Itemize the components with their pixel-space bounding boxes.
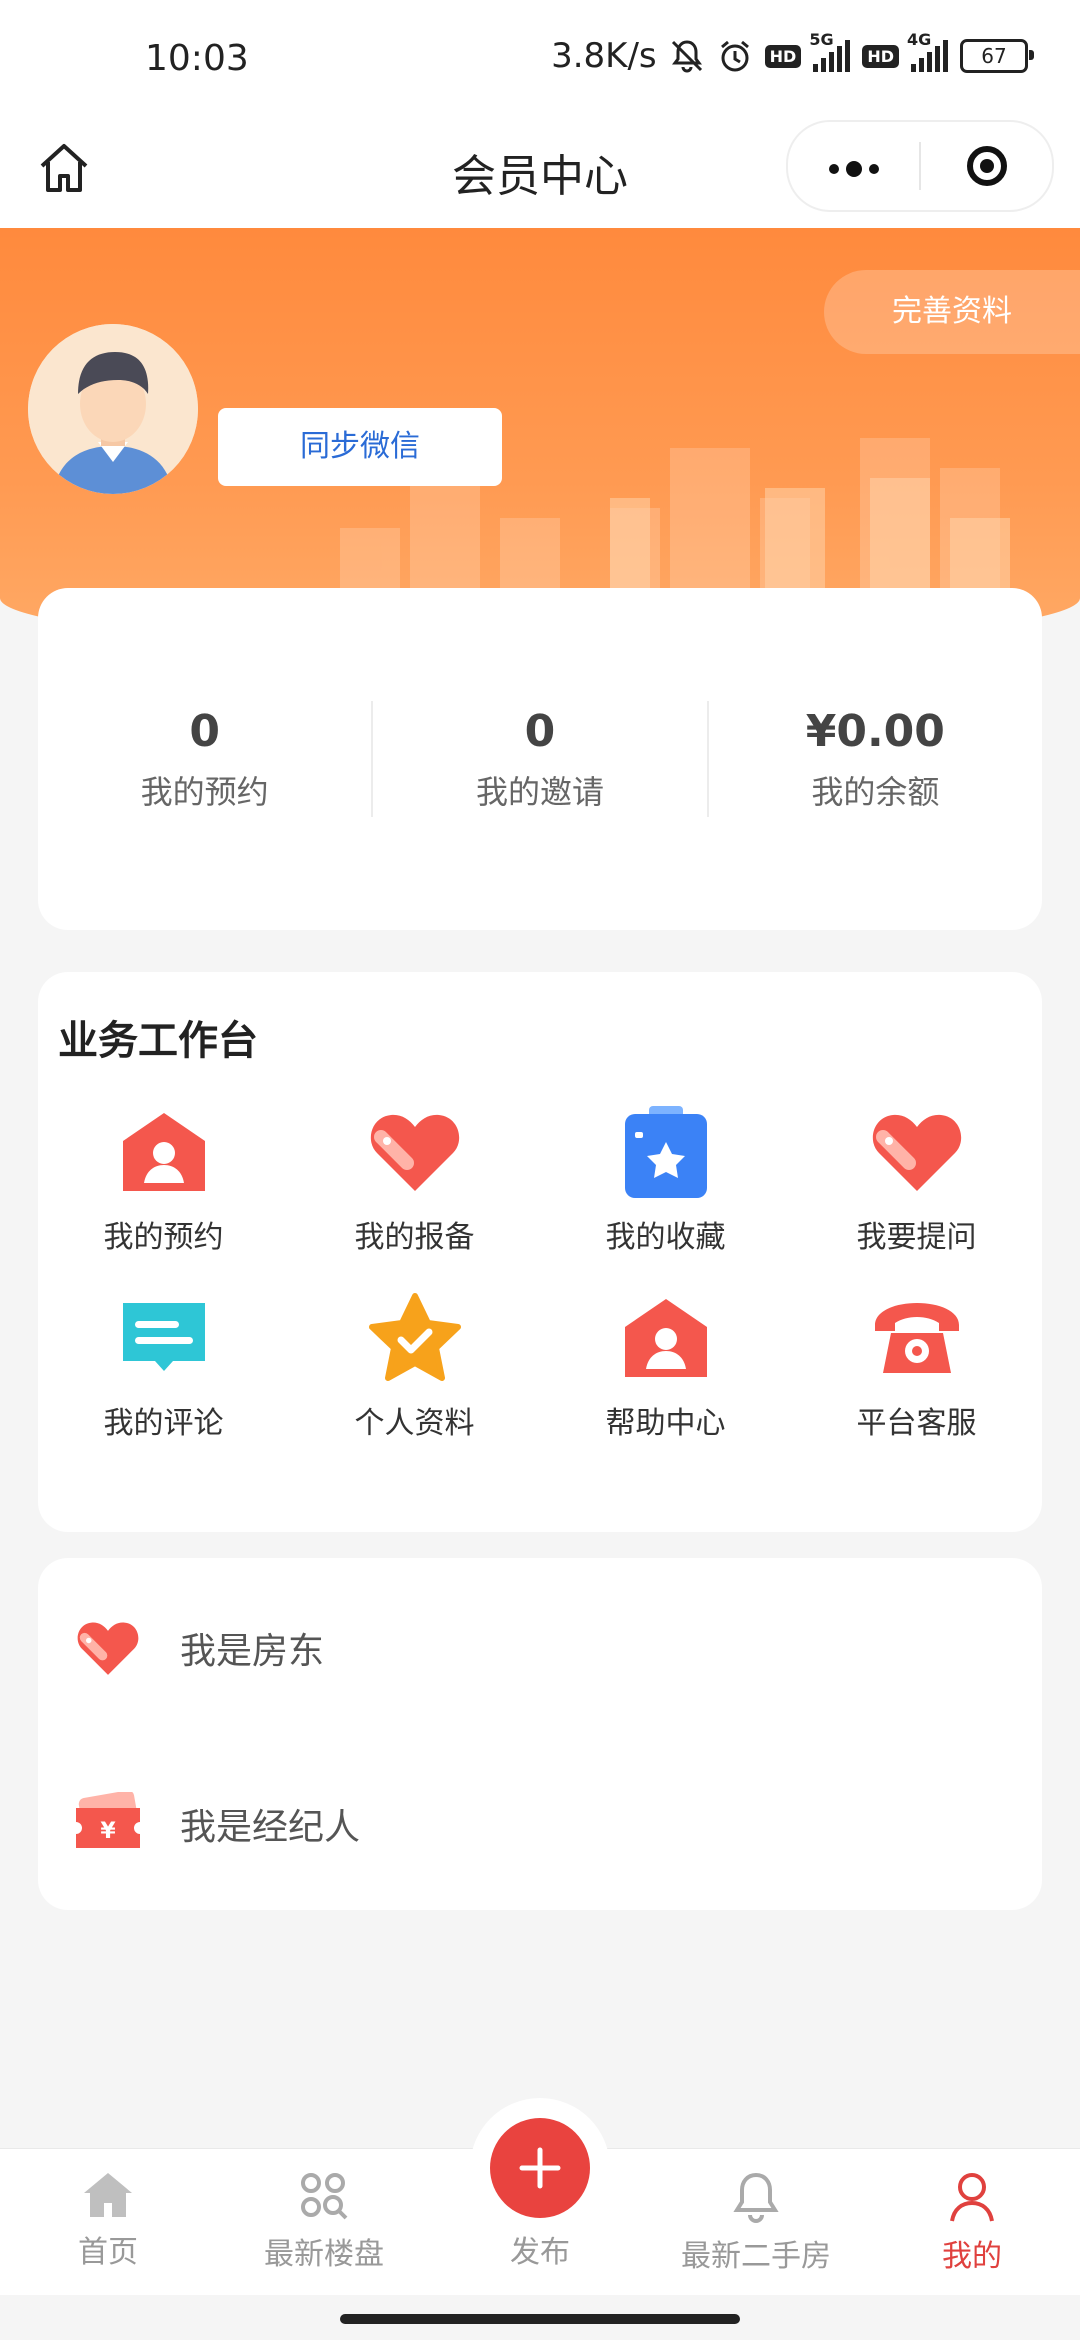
- grid-item-my-reports[interactable]: 我的报备: [289, 1102, 540, 1256]
- workbench-grid: 我的预约 我的报备 我的收藏 我要提问 我的评论 个人资料 帮助中心 平台客服: [38, 1102, 1042, 1442]
- complete-profile-button[interactable]: 完善资料: [824, 270, 1080, 354]
- mute-bell-icon: [669, 38, 705, 74]
- nav-bar: 会员中心: [0, 120, 1080, 228]
- section-title: 业务工作台: [58, 1018, 258, 1064]
- publish-button[interactable]: [490, 2118, 590, 2218]
- grid-item-ask-question[interactable]: 我要提问: [791, 1102, 1042, 1256]
- grid-item-my-favorites[interactable]: 我的收藏: [540, 1102, 791, 1256]
- grid-item-label: 我的预约: [103, 1220, 224, 1255]
- plus-icon: [519, 2147, 561, 2189]
- grid-item-personal-info[interactable]: 个人资料: [289, 1288, 540, 1442]
- role-label: 我是房东: [180, 1631, 325, 1672]
- grid-item-help-center[interactable]: 帮助中心: [540, 1288, 791, 1442]
- chat-bubble-icon: [38, 1288, 289, 1388]
- grid-item-label: 平台客服: [856, 1406, 977, 1441]
- network-speed: 3.8K/s: [551, 36, 657, 76]
- status-time: 10:03: [145, 38, 249, 79]
- role-landlord[interactable]: 我是房东: [38, 1578, 1042, 1718]
- grid-item-label: 帮助中心: [605, 1406, 726, 1441]
- svg-text:¥: ¥: [100, 1819, 116, 1844]
- grid-item-my-appointments[interactable]: 我的预约: [38, 1102, 289, 1256]
- role-agent[interactable]: ¥ 我是经纪人: [38, 1754, 1042, 1894]
- home-indicator[interactable]: [340, 2314, 740, 2324]
- stat-value: ¥0.00: [805, 705, 945, 757]
- close-button[interactable]: [921, 146, 1052, 186]
- more-button[interactable]: [788, 143, 919, 189]
- grid-search-icon: [301, 2173, 348, 2220]
- heart-tag-icon: [68, 1617, 148, 1679]
- profile-header: 完善资料 同步微信: [0, 228, 1080, 648]
- stat-appointments[interactable]: 0 我的预约: [38, 706, 371, 813]
- grid-item-label: 个人资料: [354, 1406, 475, 1441]
- tab-second-hand[interactable]: 最新二手房: [648, 2149, 864, 2295]
- star-check-icon: [289, 1288, 540, 1388]
- role-label: 我是经纪人: [180, 1807, 361, 1848]
- bell-icon: [733, 2172, 779, 2223]
- grid-item-label: 我要提问: [856, 1220, 977, 1255]
- sync-wechat-button[interactable]: 同步微信: [218, 408, 502, 486]
- status-icons: 3.8K/s HD 5G HD 4G 67: [551, 30, 1034, 76]
- stat-label: 我的余额: [811, 772, 940, 811]
- grid-item-my-comments[interactable]: 我的评论: [38, 1288, 289, 1442]
- grid-item-label: 我的收藏: [605, 1220, 726, 1255]
- stat-label: 我的预约: [140, 772, 269, 811]
- tab-label: 首页: [78, 2235, 138, 2270]
- house-person-icon: [38, 1102, 289, 1202]
- stat-value: 0: [189, 705, 220, 757]
- stat-balance[interactable]: ¥0.00 我的余额: [709, 706, 1042, 813]
- grid-item-label: 我的评论: [103, 1406, 224, 1441]
- house-person-icon: [540, 1288, 791, 1388]
- battery-icon: 67: [960, 39, 1034, 73]
- stats-card: 0 我的预约 0 我的邀请 ¥0.00 我的余额: [38, 588, 1042, 930]
- heart-tag-icon: [791, 1102, 1042, 1202]
- tab-label: 我的: [942, 2239, 1002, 2274]
- alarm-icon: [717, 38, 753, 74]
- tab-home[interactable]: 首页: [0, 2149, 216, 2295]
- tab-label: 最新楼盘: [264, 2237, 384, 2272]
- grid-item-label: 我的报备: [354, 1220, 475, 1255]
- telephone-icon: [791, 1288, 1042, 1388]
- tab-label: 最新二手房: [681, 2239, 831, 2274]
- home-icon: [84, 2173, 132, 2217]
- clipboard-star-icon: [540, 1102, 791, 1202]
- tab-new-projects[interactable]: 最新楼盘: [216, 2149, 432, 2295]
- target-icon: [966, 146, 1007, 186]
- signal-4g-icon: 4G: [907, 30, 948, 72]
- signal-5g-icon: 5G: [809, 30, 851, 72]
- hd-badge-2: HD: [862, 44, 899, 68]
- tab-mine[interactable]: 我的: [864, 2149, 1080, 2295]
- workbench-card: 业务工作台 我的预约 我的报备 我的收藏 我要提问 我的评论 个人资料 帮助中心…: [38, 972, 1042, 1532]
- stat-value: 0: [524, 705, 556, 757]
- roles-card: 我是房东 ¥ 我是经纪人: [38, 1558, 1042, 1910]
- stat-invitations[interactable]: 0 我的邀请: [373, 706, 706, 813]
- hd-badge: HD: [764, 44, 802, 68]
- status-bar: 10:03 3.8K/s HD 5G HD 4G 67: [0, 0, 1080, 120]
- stat-label: 我的邀请: [475, 772, 604, 811]
- person-icon: [950, 2173, 994, 2222]
- heart-tag-icon: [289, 1102, 540, 1202]
- avatar[interactable]: [28, 324, 198, 494]
- grid-item-customer-service[interactable]: 平台客服: [791, 1288, 1042, 1442]
- ticket-yuan-icon: ¥: [68, 1792, 148, 1856]
- miniprogram-capsule: [786, 120, 1054, 212]
